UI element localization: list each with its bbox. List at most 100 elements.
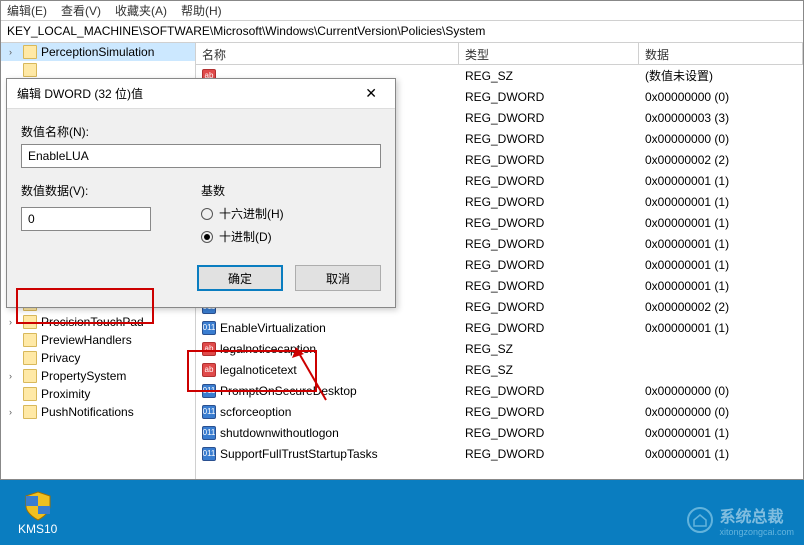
value-data: 0x00000001 (1): [639, 426, 803, 440]
value-name: legalnoticetext: [220, 363, 297, 377]
value-type: REG_DWORD: [459, 384, 639, 398]
dword-value-icon: 011: [202, 384, 216, 398]
list-row[interactable]: ab legalnoticecaption REG_SZ: [196, 338, 803, 359]
value-name: PromptOnSecureDesktop: [220, 384, 357, 398]
value-data: 0x00000001 (1): [639, 279, 803, 293]
tree-item[interactable]: › PushNotifications: [1, 403, 195, 421]
value-name: scforceoption: [220, 405, 291, 419]
ok-button[interactable]: 确定: [197, 265, 283, 291]
menu-favorites[interactable]: 收藏夹(A): [115, 2, 167, 19]
edit-dword-dialog: 编辑 DWORD (32 位)值 ✕ 数值名称(N): EnableLUA 数值…: [6, 78, 396, 308]
tree-item-label: PushNotifications: [41, 405, 134, 419]
tree-item-label: Privacy: [41, 351, 80, 365]
value-data: 0x00000001 (1): [639, 174, 803, 188]
value-type: REG_DWORD: [459, 237, 639, 251]
watermark: 系统总裁 xitongzongcai.com: [687, 503, 794, 537]
list-row[interactable]: 011shutdownwithoutlogonREG_DWORD0x000000…: [196, 422, 803, 443]
tree-item[interactable]: › PropertySystem: [1, 367, 195, 385]
tree-item-label: PropertySystem: [41, 369, 126, 383]
chevron-right-icon[interactable]: ›: [9, 317, 19, 327]
value-data: 0x00000000 (0): [639, 405, 803, 419]
value-type: REG_DWORD: [459, 258, 639, 272]
chevron-right-icon[interactable]: ›: [9, 47, 19, 57]
value-data: 0x00000001 (1): [639, 321, 803, 335]
folder-icon: [23, 387, 37, 401]
value-type: REG_DWORD: [459, 216, 639, 230]
dword-value-icon: 011: [202, 321, 216, 335]
radio-hex-label: 十六进制(H): [219, 205, 284, 222]
folder-icon: [23, 45, 37, 59]
value-data: 0x00000001 (1): [639, 216, 803, 230]
value-type: REG_DWORD: [459, 153, 639, 167]
value-data: 0x00000002 (2): [639, 300, 803, 314]
value-name: legalnoticecaption: [220, 342, 316, 356]
dword-value-icon: 011: [202, 447, 216, 461]
value-type: REG_SZ: [459, 363, 639, 377]
value-data: 0x00000002 (2): [639, 153, 803, 167]
radio-hex-row[interactable]: 十六进制(H): [201, 205, 284, 222]
chevron-right-icon[interactable]: ›: [9, 371, 19, 381]
list-row[interactable]: 011EnableVirtualizationREG_DWORD0x000000…: [196, 317, 803, 338]
tree-item[interactable]: › PerceptionSimulation: [1, 43, 195, 61]
tree-item-label: PerceptionSimulation: [41, 45, 154, 59]
watermark-url: xitongzongcai.com: [719, 527, 794, 537]
menu-help[interactable]: 帮助(H): [181, 2, 222, 19]
radio-dec-row[interactable]: 十进制(D): [201, 228, 284, 245]
tree-item[interactable]: Privacy: [1, 349, 195, 367]
list-row[interactable]: 011PromptOnSecureDesktopREG_DWORD0x00000…: [196, 380, 803, 401]
radio-hex[interactable]: [201, 208, 213, 220]
value-type: REG_SZ: [459, 69, 639, 83]
value-name-input[interactable]: EnableLUA: [21, 144, 381, 168]
value-type: REG_DWORD: [459, 279, 639, 293]
value-type: REG_DWORD: [459, 111, 639, 125]
dialog-title-bar[interactable]: 编辑 DWORD (32 位)值 ✕: [7, 79, 395, 109]
value-name-label: 数值名称(N):: [21, 123, 381, 140]
menu-view[interactable]: 查看(V): [61, 2, 101, 19]
col-header-type[interactable]: 类型: [459, 43, 639, 64]
watermark-logo-icon: [687, 507, 713, 533]
tree-item[interactable]: PreviewHandlers: [1, 331, 195, 349]
list-header: 名称 类型 数据: [196, 43, 803, 65]
value-data: 0x00000001 (1): [639, 195, 803, 209]
tree-item[interactable]: [1, 61, 195, 79]
value-type: REG_DWORD: [459, 405, 639, 419]
tree-item[interactable]: › PrecisionTouchPad: [1, 313, 195, 331]
value-data-input[interactable]: [21, 207, 151, 231]
value-data: 0x00000003 (3): [639, 111, 803, 125]
menu-edit[interactable]: 编辑(E): [7, 2, 47, 19]
string-value-icon: ab: [202, 363, 216, 377]
value-name: shutdownwithoutlogon: [220, 426, 339, 440]
value-type: REG_SZ: [459, 342, 639, 356]
folder-icon: [23, 63, 37, 77]
value-name: SupportFullTrustStartupTasks: [220, 447, 378, 461]
value-type: REG_DWORD: [459, 300, 639, 314]
folder-icon: [23, 315, 37, 329]
tree-item-label: PrecisionTouchPad: [41, 315, 144, 329]
watermark-text: 系统总裁: [719, 503, 794, 527]
value-type: REG_DWORD: [459, 426, 639, 440]
string-value-icon: ab: [202, 342, 216, 356]
value-data: (数值未设置): [639, 67, 803, 84]
desktop-icon-label: KMS10: [18, 522, 57, 536]
value-data: 0x00000001 (1): [639, 447, 803, 461]
close-icon[interactable]: ✕: [357, 83, 385, 104]
list-row[interactable]: ab legalnoticetext REG_SZ: [196, 359, 803, 380]
folder-icon: [23, 405, 37, 419]
col-header-name[interactable]: 名称: [196, 43, 459, 64]
radio-dec[interactable]: [201, 231, 213, 243]
value-data: 0x00000000 (0): [639, 132, 803, 146]
dialog-body: 数值名称(N): EnableLUA 数值数据(V): 基数 十六进制(H) 十…: [7, 109, 395, 307]
value-data-label: 数值数据(V):: [21, 182, 151, 199]
cancel-button[interactable]: 取消: [295, 265, 381, 291]
address-bar[interactable]: KEY_LOCAL_MACHINE\SOFTWARE\Microsoft\Win…: [1, 21, 803, 43]
shield-icon: [22, 490, 54, 522]
col-header-data[interactable]: 数据: [639, 43, 803, 64]
desktop-icon-kms10[interactable]: KMS10: [18, 490, 57, 536]
folder-icon: [23, 351, 37, 365]
value-type: REG_DWORD: [459, 321, 639, 335]
value-type: REG_DWORD: [459, 195, 639, 209]
chevron-right-icon[interactable]: ›: [9, 407, 19, 417]
tree-item[interactable]: Proximity: [1, 385, 195, 403]
list-row[interactable]: 011scforceoptionREG_DWORD0x00000000 (0): [196, 401, 803, 422]
list-row[interactable]: 011SupportFullTrustStartupTasksREG_DWORD…: [196, 443, 803, 464]
